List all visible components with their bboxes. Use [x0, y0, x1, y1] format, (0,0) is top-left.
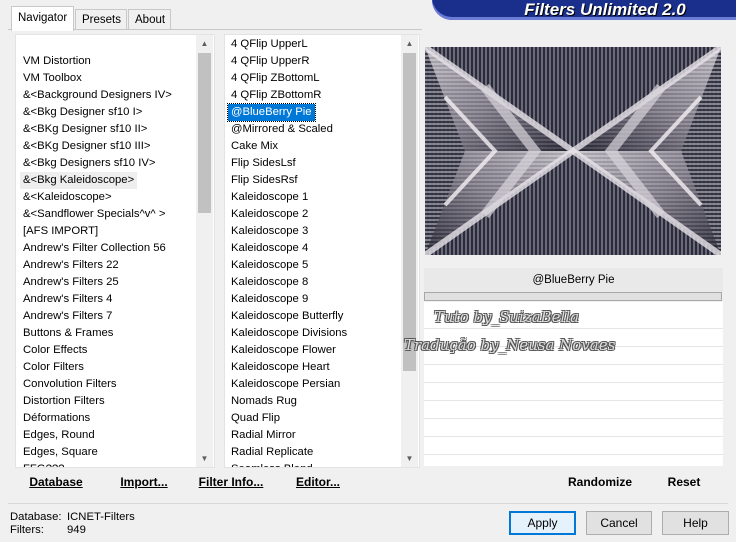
filter-list-item[interactable]: Radial Mirror [228, 427, 299, 444]
filter-list-item[interactable]: Flip SidesRsf [228, 172, 301, 189]
category-list-item[interactable]: VM Toolbox [20, 70, 85, 87]
filter-scrollbar[interactable]: ▲ ▼ [401, 35, 418, 467]
filter-list-item[interactable]: @BlueBerry Pie [227, 103, 316, 122]
help-button[interactable]: Help [662, 511, 729, 535]
category-list-item[interactable]: Andrew's Filters 25 [20, 274, 122, 291]
category-list-item[interactable]: &<BKg Designer sf10 II> [20, 121, 150, 138]
footer-divider [8, 503, 728, 504]
scroll-up-icon[interactable]: ▲ [196, 35, 213, 52]
editor-label: Editor... [295, 475, 340, 489]
category-list-item[interactable]: &<BKg Designer sf10 III> [20, 138, 153, 155]
filter-list-item[interactable]: Kaleidoscope 1 [228, 189, 311, 206]
filter-list-item[interactable]: Kaleidoscope Flower [228, 342, 339, 359]
banner-title: Filters Unlimited 2.0 [524, 0, 686, 19]
database-button[interactable]: Database [22, 470, 90, 494]
filter-list-item[interactable]: Radial Replicate [228, 444, 316, 461]
filter-list-item[interactable]: Nomads Rug [228, 393, 300, 410]
filter-list-item[interactable]: Kaleidoscope Persian [228, 376, 343, 393]
category-list-item[interactable]: &<Background Designers IV> [20, 87, 175, 104]
category-list-item[interactable]: [AFS IMPORT] [20, 223, 101, 240]
database-footer-value: ICNET-Filters [67, 511, 135, 523]
filter-list-item[interactable]: Kaleidoscope 8 [228, 274, 311, 291]
filter-list-item[interactable]: Kaleidoscope Divisions [228, 325, 350, 342]
cancel-button[interactable]: Cancel [586, 511, 652, 535]
category-list-item[interactable]: Buttons & Frames [20, 325, 116, 342]
tab-navigator[interactable]: Navigator [11, 6, 74, 31]
category-list-item[interactable]: &<Bkg Designer sf10 I> [20, 104, 145, 121]
editor-button[interactable]: Editor... [290, 470, 346, 494]
scroll-thumb[interactable] [403, 53, 416, 371]
selected-filter-name: @BlueBerry Pie [424, 268, 723, 292]
category-list-item[interactable]: Edges, Square [20, 444, 101, 461]
filter-list-item[interactable]: @Mirrored & Scaled [228, 121, 336, 138]
category-list-item[interactable]: VM Distortion [20, 53, 94, 70]
filter-list-item[interactable]: 4 QFlip ZBottomR [228, 87, 324, 104]
category-list-item[interactable]: Déformations [20, 410, 93, 427]
category-list-item[interactable]: Andrew's Filters 7 [20, 308, 115, 325]
filters-footer-label: Filters: [10, 524, 44, 536]
import-button[interactable]: Import... [112, 470, 176, 494]
param-divider [424, 436, 723, 437]
category-list-item[interactable]: &<Kaleidoscope> [20, 189, 115, 206]
apply-button[interactable]: Apply [509, 511, 576, 535]
database-footer-label: Database: [10, 511, 62, 523]
filter-info-button[interactable]: Filter Info... [194, 470, 268, 494]
tab-about[interactable]: About [128, 9, 171, 29]
filter-list-item[interactable]: Kaleidoscope Heart [228, 359, 333, 376]
filter-list-item[interactable]: Kaleidoscope 9 [228, 291, 311, 308]
filter-list-item[interactable]: Flip SidesLsf [228, 155, 299, 172]
param-divider [424, 418, 723, 419]
category-list-item[interactable]: &<Sandflower Specials^v^ > [20, 206, 168, 223]
category-list-item[interactable]: Andrew's Filter Collection 56 [20, 240, 169, 257]
filter-list-item[interactable]: 4 QFlip ZBottomL [228, 70, 323, 87]
param-divider [424, 400, 723, 401]
param-divider [424, 328, 723, 329]
filter-list-item[interactable]: Kaleidoscope 5 [228, 257, 311, 274]
watermark-line-1: Tuto by_SuizaBella [434, 308, 580, 326]
category-list-item[interactable]: Andrew's Filters 22 [20, 257, 122, 274]
tab-presets[interactable]: Presets [75, 9, 127, 29]
category-list[interactable]: VM Distortion VM Toolbox &<Background Desi… [15, 34, 215, 468]
kaleidoscope-preview-graphic [423, 44, 723, 258]
filter-list-item[interactable]: 4 QFlip UpperL [228, 36, 311, 53]
scroll-up-icon[interactable]: ▲ [401, 35, 418, 52]
filter-list-item[interactable]: Seamless Blend [228, 461, 316, 467]
scroll-thumb[interactable] [198, 53, 211, 213]
filter-list-item[interactable]: Kaleidoscope 2 [228, 206, 311, 223]
preview-image [423, 44, 723, 258]
category-list-item[interactable]: &<Bkg Designers sf10 IV> [20, 155, 159, 172]
import-label: Import... [120, 475, 168, 489]
watermark-line-2: Tradução by_Neusa Novaes [404, 336, 616, 354]
parameter-area [424, 302, 723, 466]
category-list-item[interactable]: Convolution Filters [20, 376, 120, 393]
param-divider [424, 454, 723, 455]
category-list-item[interactable]: Distortion Filters [20, 393, 108, 410]
filter-list-item[interactable]: Cake Mix [228, 138, 281, 155]
scroll-down-icon[interactable]: ▼ [196, 450, 213, 467]
category-list-item[interactable]: &<Bkg Kaleidoscope> [20, 172, 138, 189]
reset-button[interactable]: Reset [660, 470, 708, 494]
filter-list-item[interactable]: Kaleidoscope Butterfly [228, 308, 346, 325]
database-label: Database [29, 475, 83, 489]
filter-list[interactable]: 4 QFlip UpperL 4 QFlip UpperR 4 QFlip ZBot… [224, 34, 420, 468]
filters-footer-value: 949 [67, 524, 86, 536]
filter-list-item[interactable]: Kaleidoscope 4 [228, 240, 311, 257]
category-list-item[interactable]: FFG??? [20, 461, 67, 467]
category-scrollbar[interactable]: ▲ ▼ [196, 35, 213, 467]
category-list-item[interactable]: Color Effects [20, 342, 90, 359]
category-list-item[interactable]: Edges, Round [20, 427, 98, 444]
filter-list-item[interactable]: Kaleidoscope 3 [228, 223, 311, 240]
filter-list-item[interactable]: Quad Flip [228, 410, 283, 427]
scroll-down-icon[interactable]: ▼ [401, 450, 418, 467]
progress-bar [424, 292, 722, 301]
param-divider [424, 382, 723, 383]
category-list-item[interactable]: Andrew's Filters 4 [20, 291, 115, 308]
filter-info-label: Filter Info... [198, 475, 264, 489]
filter-list-item[interactable]: 4 QFlip UpperR [228, 53, 312, 70]
param-divider [424, 364, 723, 365]
randomize-button[interactable]: Randomize [560, 470, 640, 494]
category-list-item[interactable]: Color Filters [20, 359, 87, 376]
